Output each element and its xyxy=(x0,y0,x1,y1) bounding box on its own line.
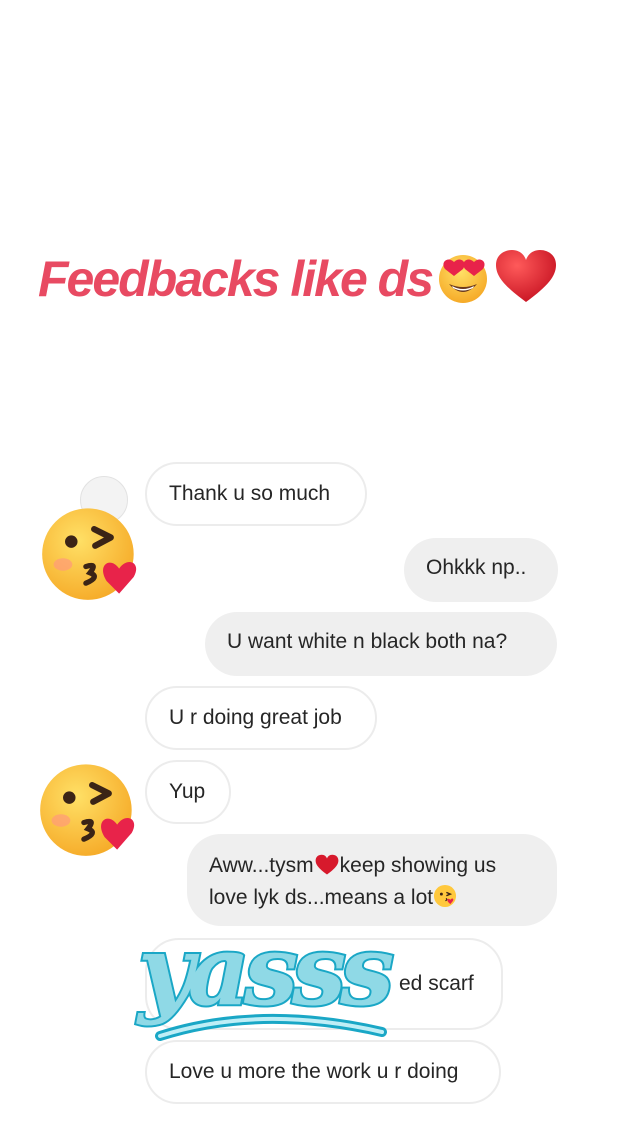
message-bubble-outgoing[interactable]: U want white n black both na? xyxy=(205,612,557,676)
headline-text: Feedbacks like ds xyxy=(38,251,434,308)
message-text: Yup xyxy=(169,780,206,803)
heart-eyes-emoji-icon xyxy=(434,248,492,318)
red-heart-icon xyxy=(314,854,340,884)
kissing-face-emoji-icon xyxy=(36,500,144,609)
kissing-face-emoji-icon xyxy=(34,756,142,865)
sticker-text: yasss xyxy=(136,914,393,1027)
message-text: U want white n black both na? xyxy=(227,630,508,653)
message-bubble-incoming[interactable]: Yup xyxy=(145,760,231,824)
message-bubble-outgoing[interactable]: Ohkkk np.. xyxy=(404,538,558,602)
kissing-face-emoji-icon xyxy=(433,884,457,916)
message-text: Aww...tysm xyxy=(209,854,314,877)
yasss-sticker-icon: yasss xyxy=(130,908,401,1053)
message-text: Love u more the work u r doing xyxy=(169,1060,459,1083)
message-text: love lyk ds...means a lot xyxy=(209,886,434,909)
message-bubble-incoming[interactable]: U r doing great job xyxy=(145,686,377,750)
message-text: Ohkkk np.. xyxy=(426,556,527,579)
message-text: ed scarf xyxy=(399,972,474,995)
message-text: keep showing us xyxy=(339,854,497,877)
red-heart-icon xyxy=(494,248,558,318)
headline: Feedbacks like ds xyxy=(38,248,558,318)
message-text: Thank u so much xyxy=(169,482,331,505)
message-bubble-incoming[interactable]: Thank u so much xyxy=(145,462,367,526)
message-text: U r doing great job xyxy=(169,706,342,729)
